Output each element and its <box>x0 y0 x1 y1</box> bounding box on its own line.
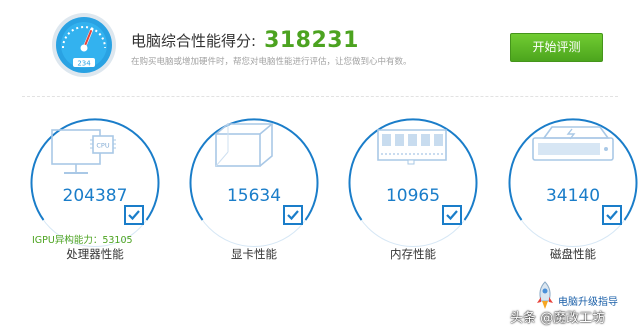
cpu-score: 204387 <box>62 186 128 206</box>
hard-disk-icon <box>532 126 614 161</box>
memory-label: 内存性能 <box>390 247 436 261</box>
cpu-label: 处理器性能 <box>66 247 124 261</box>
memory-stick-icon <box>377 129 447 165</box>
gpu-score: 15634 <box>226 186 282 206</box>
checkbox-icon[interactable] <box>442 205 462 225</box>
memory-score: 10965 <box>385 186 441 206</box>
component-card-disk[interactable]: 34140 磁盘性能 <box>508 118 638 263</box>
disk-score: 34140 <box>545 186 601 206</box>
checkbox-icon[interactable] <box>602 205 622 225</box>
overall-score: 318231 <box>264 28 359 53</box>
speedometer-icon: 234 <box>51 12 117 78</box>
igpu-score: IGPU异构能力：53105 <box>32 235 133 246</box>
component-card-gpu[interactable]: 15634 显卡性能 <box>189 118 319 263</box>
component-card-memory[interactable]: 10965 内存性能 <box>348 118 478 263</box>
graphics-card-cube-icon <box>215 123 275 167</box>
watermark: 头条 @魔改工坊 <box>510 311 606 326</box>
divider <box>22 96 618 97</box>
disk-label: 磁盘性能 <box>550 247 596 261</box>
cpu-chip-label: CPU <box>96 142 109 150</box>
gauge-readout: 234 <box>77 60 91 68</box>
start-benchmark-button[interactable]: 开始评测 <box>510 33 603 62</box>
cpu-monitor-icon: CPU <box>51 129 116 174</box>
upgrade-guide-link[interactable]: 电脑升级指导 <box>558 293 618 308</box>
checkbox-icon[interactable] <box>124 205 144 225</box>
score-label: 电脑综合性能得分: <box>131 32 257 50</box>
gpu-label: 显卡性能 <box>231 247 277 261</box>
checkbox-icon[interactable] <box>283 205 303 225</box>
score-title: 电脑综合性能得分: 318231 <box>131 28 359 53</box>
subtitle: 在购买电脑或增加硬件时，帮您对电脑性能进行评估，让您做到心中有数。 <box>131 57 412 67</box>
